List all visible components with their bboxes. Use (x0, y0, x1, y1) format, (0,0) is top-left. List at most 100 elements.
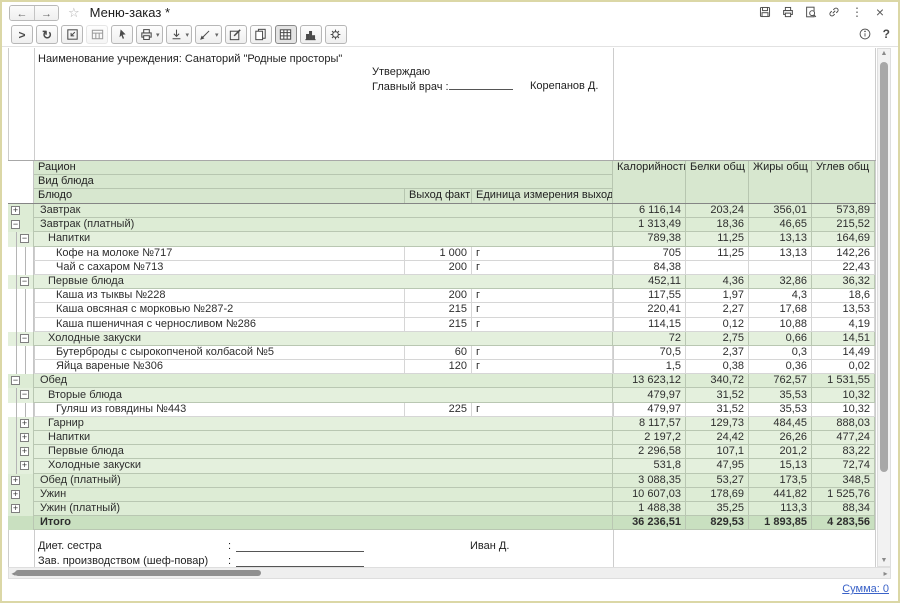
resize-window-button[interactable] (61, 25, 83, 44)
fats-value: 13,13 (749, 232, 812, 246)
favorite-star-icon[interactable]: ☆ (68, 5, 80, 21)
preview-icon[interactable] (803, 4, 819, 20)
expand-icon[interactable]: + (20, 447, 29, 456)
scroll-up-icon[interactable]: ▲ (878, 49, 890, 59)
fats-value: 0,36 (749, 360, 812, 374)
carbs-value: 0,02 (812, 360, 875, 374)
table-row[interactable]: +Обед (платный)3 088,3553,27173,5348,5 (8, 474, 876, 488)
horizontal-scroll-thumb[interactable] (15, 570, 261, 576)
table-row[interactable]: +Завтрак6 116,14203,24356,01573,89 (8, 204, 876, 218)
row-label: Холодные закуски (34, 459, 613, 473)
chart-view-button[interactable] (300, 25, 322, 44)
chief-doctor-label: Главный врач : (372, 81, 449, 93)
sum-link[interactable]: Сумма: 0 (842, 583, 889, 595)
table-row[interactable]: Кофе на молоке №7171 000г70511,2513,1314… (8, 247, 876, 261)
collapse-icon[interactable]: − (20, 390, 29, 399)
select-mode-button[interactable] (111, 25, 133, 44)
calories-value: 479,97 (613, 388, 686, 402)
table-row[interactable]: Гуляш из говядины №443225г479,9731,5235,… (8, 403, 876, 417)
proteins-value: 2,75 (686, 332, 749, 346)
table-row[interactable]: +Ужин10 607,03178,69441,821 525,76 (8, 488, 876, 502)
save-icon[interactable] (757, 4, 773, 20)
column-header-output-unit: Единица измерения выхода (472, 189, 613, 203)
table-settings-button[interactable] (86, 25, 108, 44)
tree-gutter (8, 303, 34, 317)
row-label: Яйца вареные №306 (34, 360, 405, 374)
refresh-button[interactable]: ↻ (36, 25, 58, 44)
chevron-down-icon[interactable]: ▾ (156, 31, 160, 39)
collapse-icon[interactable]: − (11, 220, 20, 229)
forward-arrow-icon[interactable]: → (34, 6, 58, 21)
save-to-file-button[interactable]: ▾ (166, 25, 193, 44)
copy-button[interactable] (250, 25, 272, 44)
table-row[interactable]: +Холодные закуски531,847,9515,1372,74 (8, 459, 876, 473)
expand-icon[interactable]: + (20, 419, 29, 428)
table-row[interactable]: −Холодные закуски722,750,6614,51 (8, 332, 876, 346)
row-label: Первые блюда (34, 445, 613, 459)
proteins-value: 31,52 (686, 388, 749, 402)
vertical-scrollbar[interactable]: ▲ ▼ (877, 48, 891, 567)
collapse-icon[interactable]: − (11, 376, 20, 385)
table-row[interactable]: +Гарнир8 117,57129,73484,45888,03 (8, 417, 876, 431)
expand-icon[interactable]: + (11, 476, 20, 485)
table-row[interactable]: +Напитки2 197,224,4226,26477,24 (8, 431, 876, 445)
link-icon[interactable] (826, 4, 842, 20)
collapse-icon[interactable]: − (20, 234, 29, 243)
table-row[interactable]: +Ужин (платный)1 488,3835,25113,388,34 (8, 502, 876, 516)
table-row[interactable]: Яйца вареные №306120г1,50,380,360,02 (8, 360, 876, 374)
scroll-right-icon[interactable]: ▸ (881, 568, 890, 578)
collapse-icon[interactable]: − (20, 334, 29, 343)
output-unit-value: г (472, 289, 613, 303)
table-row[interactable]: +Первые блюда2 296,58107,1201,283,22 (8, 445, 876, 459)
table-row[interactable]: Каша пшеничная с черносливом №286215г114… (8, 318, 876, 332)
table-row[interactable]: Каша из тыквы №228200г117,551,974,318,6 (8, 289, 876, 303)
horizontal-scrollbar[interactable]: ◂ ▸ (8, 567, 891, 579)
draw-button[interactable]: ▾ (195, 25, 222, 44)
tree-line (25, 303, 26, 317)
info-icon[interactable] (857, 26, 873, 42)
close-icon[interactable]: × (872, 4, 888, 20)
scroll-down-icon[interactable]: ▼ (878, 556, 890, 566)
table-row[interactable]: Итого36 236,51829,531 893,854 283,56 (8, 516, 876, 530)
chevron-down-icon[interactable]: ▾ (186, 31, 190, 39)
row-label: Кофе на молоке №717 (34, 247, 405, 261)
signature-line (236, 542, 364, 552)
tree-line (16, 261, 17, 275)
vertical-scroll-thumb[interactable] (880, 62, 888, 472)
output-unit-value: г (472, 303, 613, 317)
column-header-output-fact: Выход факт (405, 189, 472, 203)
table-row[interactable]: −Завтрак (платный)1 313,4918,3646,65215,… (8, 218, 876, 232)
proteins-value: 178,69 (686, 488, 749, 502)
calories-value: 114,15 (613, 318, 686, 332)
settings-button[interactable] (325, 25, 347, 44)
proteins-value: 4,36 (686, 275, 749, 289)
generate-button[interactable]: > (11, 25, 33, 44)
edit-button[interactable] (225, 25, 247, 44)
table-row[interactable]: −Обед13 623,12340,72762,571 531,55 (8, 374, 876, 388)
help-icon[interactable]: ? (883, 27, 890, 41)
collapse-icon[interactable]: − (20, 277, 29, 286)
table-row[interactable]: Каша овсяная с морковью №287-2215г220,41… (8, 303, 876, 317)
print-icon[interactable] (780, 4, 796, 20)
expand-icon[interactable]: + (11, 206, 20, 215)
table-row[interactable]: −Первые блюда452,114,3632,8636,32 (8, 275, 876, 289)
expand-icon[interactable]: + (20, 433, 29, 442)
row-label: Ужин (34, 488, 613, 502)
more-icon[interactable]: ⋮ (849, 4, 865, 20)
colon: : (228, 555, 231, 567)
expand-icon[interactable]: + (11, 504, 20, 513)
carbs-value: 14,49 (812, 346, 875, 360)
print-button[interactable]: ▾ (136, 25, 163, 44)
tree-gutter (8, 346, 34, 360)
tree-gutter: + (8, 204, 34, 218)
table-row[interactable]: −Напитки789,3811,2513,13164,69 (8, 232, 876, 246)
expand-icon[interactable]: + (20, 461, 29, 470)
chevron-down-icon[interactable]: ▾ (215, 31, 219, 39)
table-row[interactable]: Бутерброды с сырокопченой колбасой №560г… (8, 346, 876, 360)
expand-icon[interactable]: + (11, 490, 20, 499)
table-row[interactable]: −Вторые блюда479,9731,5235,5310,32 (8, 388, 876, 402)
back-arrow-icon[interactable]: ← (10, 6, 34, 21)
table-row[interactable]: Чай с сахаром №713200г84,3822,43 (8, 261, 876, 275)
grid-view-button[interactable] (275, 25, 297, 44)
proteins-value: 0,12 (686, 318, 749, 332)
